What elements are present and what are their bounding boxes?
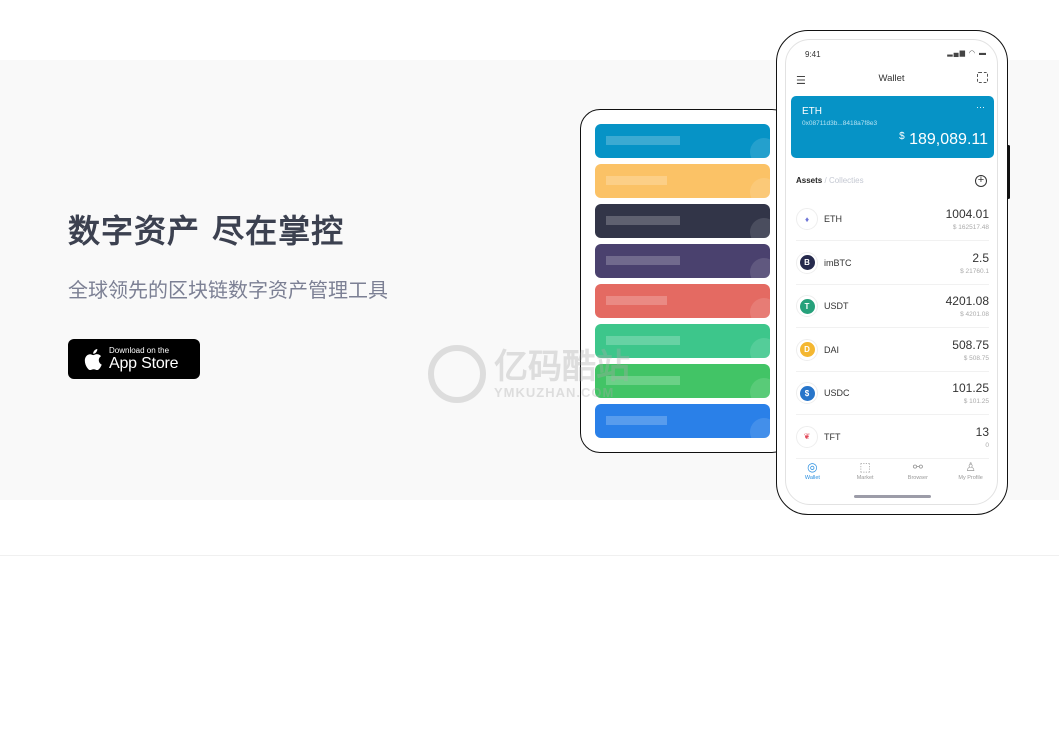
coin-icon: B — [796, 251, 818, 274]
coin-glyph: B — [799, 255, 815, 270]
asset-row[interactable]: D DAI 508.75 $ 508.75 — [796, 329, 989, 372]
tab-collectibles[interactable]: Collecties — [829, 176, 864, 185]
asset-tabs: Assets / Collecties — [796, 176, 864, 185]
wallet-card[interactable] — [595, 164, 770, 198]
wallet-card[interactable] — [595, 124, 770, 158]
asset-amount: 508.75 — [952, 337, 989, 352]
wallet-card[interactable] — [595, 204, 770, 238]
coin-icon — [750, 338, 770, 358]
appstore-line1: Download on the — [109, 346, 170, 355]
status-time: 9:41 — [805, 50, 821, 59]
asset-row[interactable]: $ USDC 101.25 $ 101.25 — [796, 372, 989, 415]
coin-icon — [750, 218, 770, 238]
appstore-line2: App Store — [109, 355, 179, 372]
card-label-placeholder — [606, 256, 680, 265]
card-label-placeholder — [606, 216, 680, 225]
coin-icon — [750, 378, 770, 398]
phone-screen: 9:41 ▂▄▆ ◠ ▬ ☰ Wallet ETH 0x08711d3b...8… — [785, 39, 998, 505]
balance-value: 189,089.11 — [909, 131, 988, 148]
asset-amount: 101.25 — [952, 381, 989, 395]
eth-balance-card[interactable]: ETH 0x08711d3b...8418a7f8e3 ··· $ 189,08… — [791, 96, 994, 158]
more-icon[interactable]: ··· — [976, 102, 985, 112]
coin-icon: $ — [796, 382, 818, 404]
asset-usd: $ 508.75 — [963, 354, 989, 362]
asset-usd: $ 21760.1 — [960, 267, 989, 275]
coin-glyph: ❦ — [799, 429, 815, 444]
nav-my-profile[interactable]: ♙ My Profile — [946, 460, 996, 481]
nav-label: Wallet — [804, 475, 820, 481]
asset-amount: 13 — [975, 424, 989, 439]
nav-label: Browser — [907, 475, 928, 481]
hero-subtitle: 全球领先的区块链数字资产管理工具 — [68, 278, 388, 302]
asset-amount: 4201.08 — [945, 294, 989, 308]
nav-label: Market — [856, 475, 874, 481]
add-asset-icon[interactable]: + — [975, 175, 987, 187]
nav-browser[interactable]: ⚯ Browser — [893, 460, 943, 481]
hero-title: 数字资产 尽在掌控 — [68, 212, 345, 250]
asset-name: USDT — [824, 301, 849, 311]
wallet-card[interactable] — [595, 244, 770, 278]
divider — [0, 555, 1059, 556]
nav-label: My Profile — [958, 475, 983, 481]
coin-icon: ❦ — [796, 425, 818, 448]
browser-icon: ⚯ — [912, 460, 923, 474]
coin-icon: T — [796, 295, 818, 317]
phone-side-button — [1007, 145, 1010, 199]
wallet-card[interactable] — [595, 404, 770, 438]
asset-name: imBTC — [824, 257, 852, 268]
coin-icon — [750, 418, 770, 438]
wallet-icon: ◎ — [807, 460, 818, 474]
coin-glyph: $ — [799, 385, 815, 401]
home-indicator — [854, 495, 931, 498]
nav-market[interactable]: ⬚ Market — [840, 460, 890, 481]
coin-icon — [750, 298, 770, 318]
coin-icon — [750, 178, 770, 198]
asset-name: DAI — [824, 344, 840, 355]
coin-glyph: ♦ — [799, 211, 815, 227]
signal-wifi-battery-icon: ▂▄▆ ◠ ▬ — [947, 50, 987, 57]
coin-icon — [750, 258, 770, 278]
asset-name: ETH — [824, 214, 842, 224]
scan-icon[interactable] — [977, 72, 988, 83]
card-label-placeholder — [606, 136, 680, 145]
asset-usd: $ 162517.48 — [952, 224, 989, 231]
market-icon: ⬚ — [859, 460, 871, 474]
bottom-nav: ◎ Wallet ⬚ Market ⚯ Browser ♙ My Profile — [786, 460, 997, 481]
card-name: ETH — [802, 106, 822, 117]
header-title: Wallet — [878, 73, 905, 84]
coin-icon: D — [796, 338, 818, 361]
tab-assets[interactable]: Assets — [796, 176, 822, 185]
coin-icon: ♦ — [796, 208, 818, 230]
currency: $ — [899, 131, 905, 142]
card-label-placeholder — [606, 296, 667, 305]
coin-glyph: D — [799, 342, 815, 357]
nav-wallet[interactable]: ◎ Wallet — [787, 460, 837, 481]
profile-icon: ♙ — [965, 460, 976, 474]
asset-name: USDC — [824, 388, 850, 398]
card-address: 0x08711d3b...8418a7f8e3 — [802, 120, 878, 127]
card-label-placeholder — [606, 176, 667, 185]
asset-name: TFT — [824, 431, 841, 442]
asset-usd: $ 4201.08 — [960, 311, 989, 318]
asset-row[interactable]: T USDT 4201.08 $ 4201.08 — [796, 285, 989, 328]
tab-sep: / — [824, 176, 827, 185]
asset-amount: 1004.01 — [945, 207, 989, 221]
asset-amount: 2.5 — [972, 250, 989, 265]
card-label-placeholder — [606, 416, 667, 425]
asset-row[interactable]: BimBTC 2.5 $ 21760.1 — [796, 242, 989, 285]
asset-usd: 0 — [985, 441, 989, 449]
asset-usd: $ 101.25 — [963, 398, 989, 405]
card-balance: $ 189,089.11 — [899, 131, 988, 149]
coin-icon — [750, 138, 770, 158]
asset-row[interactable]: ❦ TFT 13 0 — [796, 416, 989, 459]
coin-glyph: T — [799, 298, 815, 314]
wallet-card[interactable] — [595, 284, 770, 318]
phone-mockup: 9:41 ▂▄▆ ◠ ▬ ☰ Wallet ETH 0x08711d3b...8… — [776, 30, 1008, 515]
apple-icon — [84, 348, 102, 370]
watermark-logo: 亿码酷站 YMKUZHAN.COM — [428, 345, 630, 403]
asset-row[interactable]: ♦ ETH 1004.01 $ 162517.48 — [796, 198, 989, 241]
card-label-placeholder — [606, 336, 680, 345]
app-store-button[interactable]: Download on the App Store — [68, 339, 200, 379]
